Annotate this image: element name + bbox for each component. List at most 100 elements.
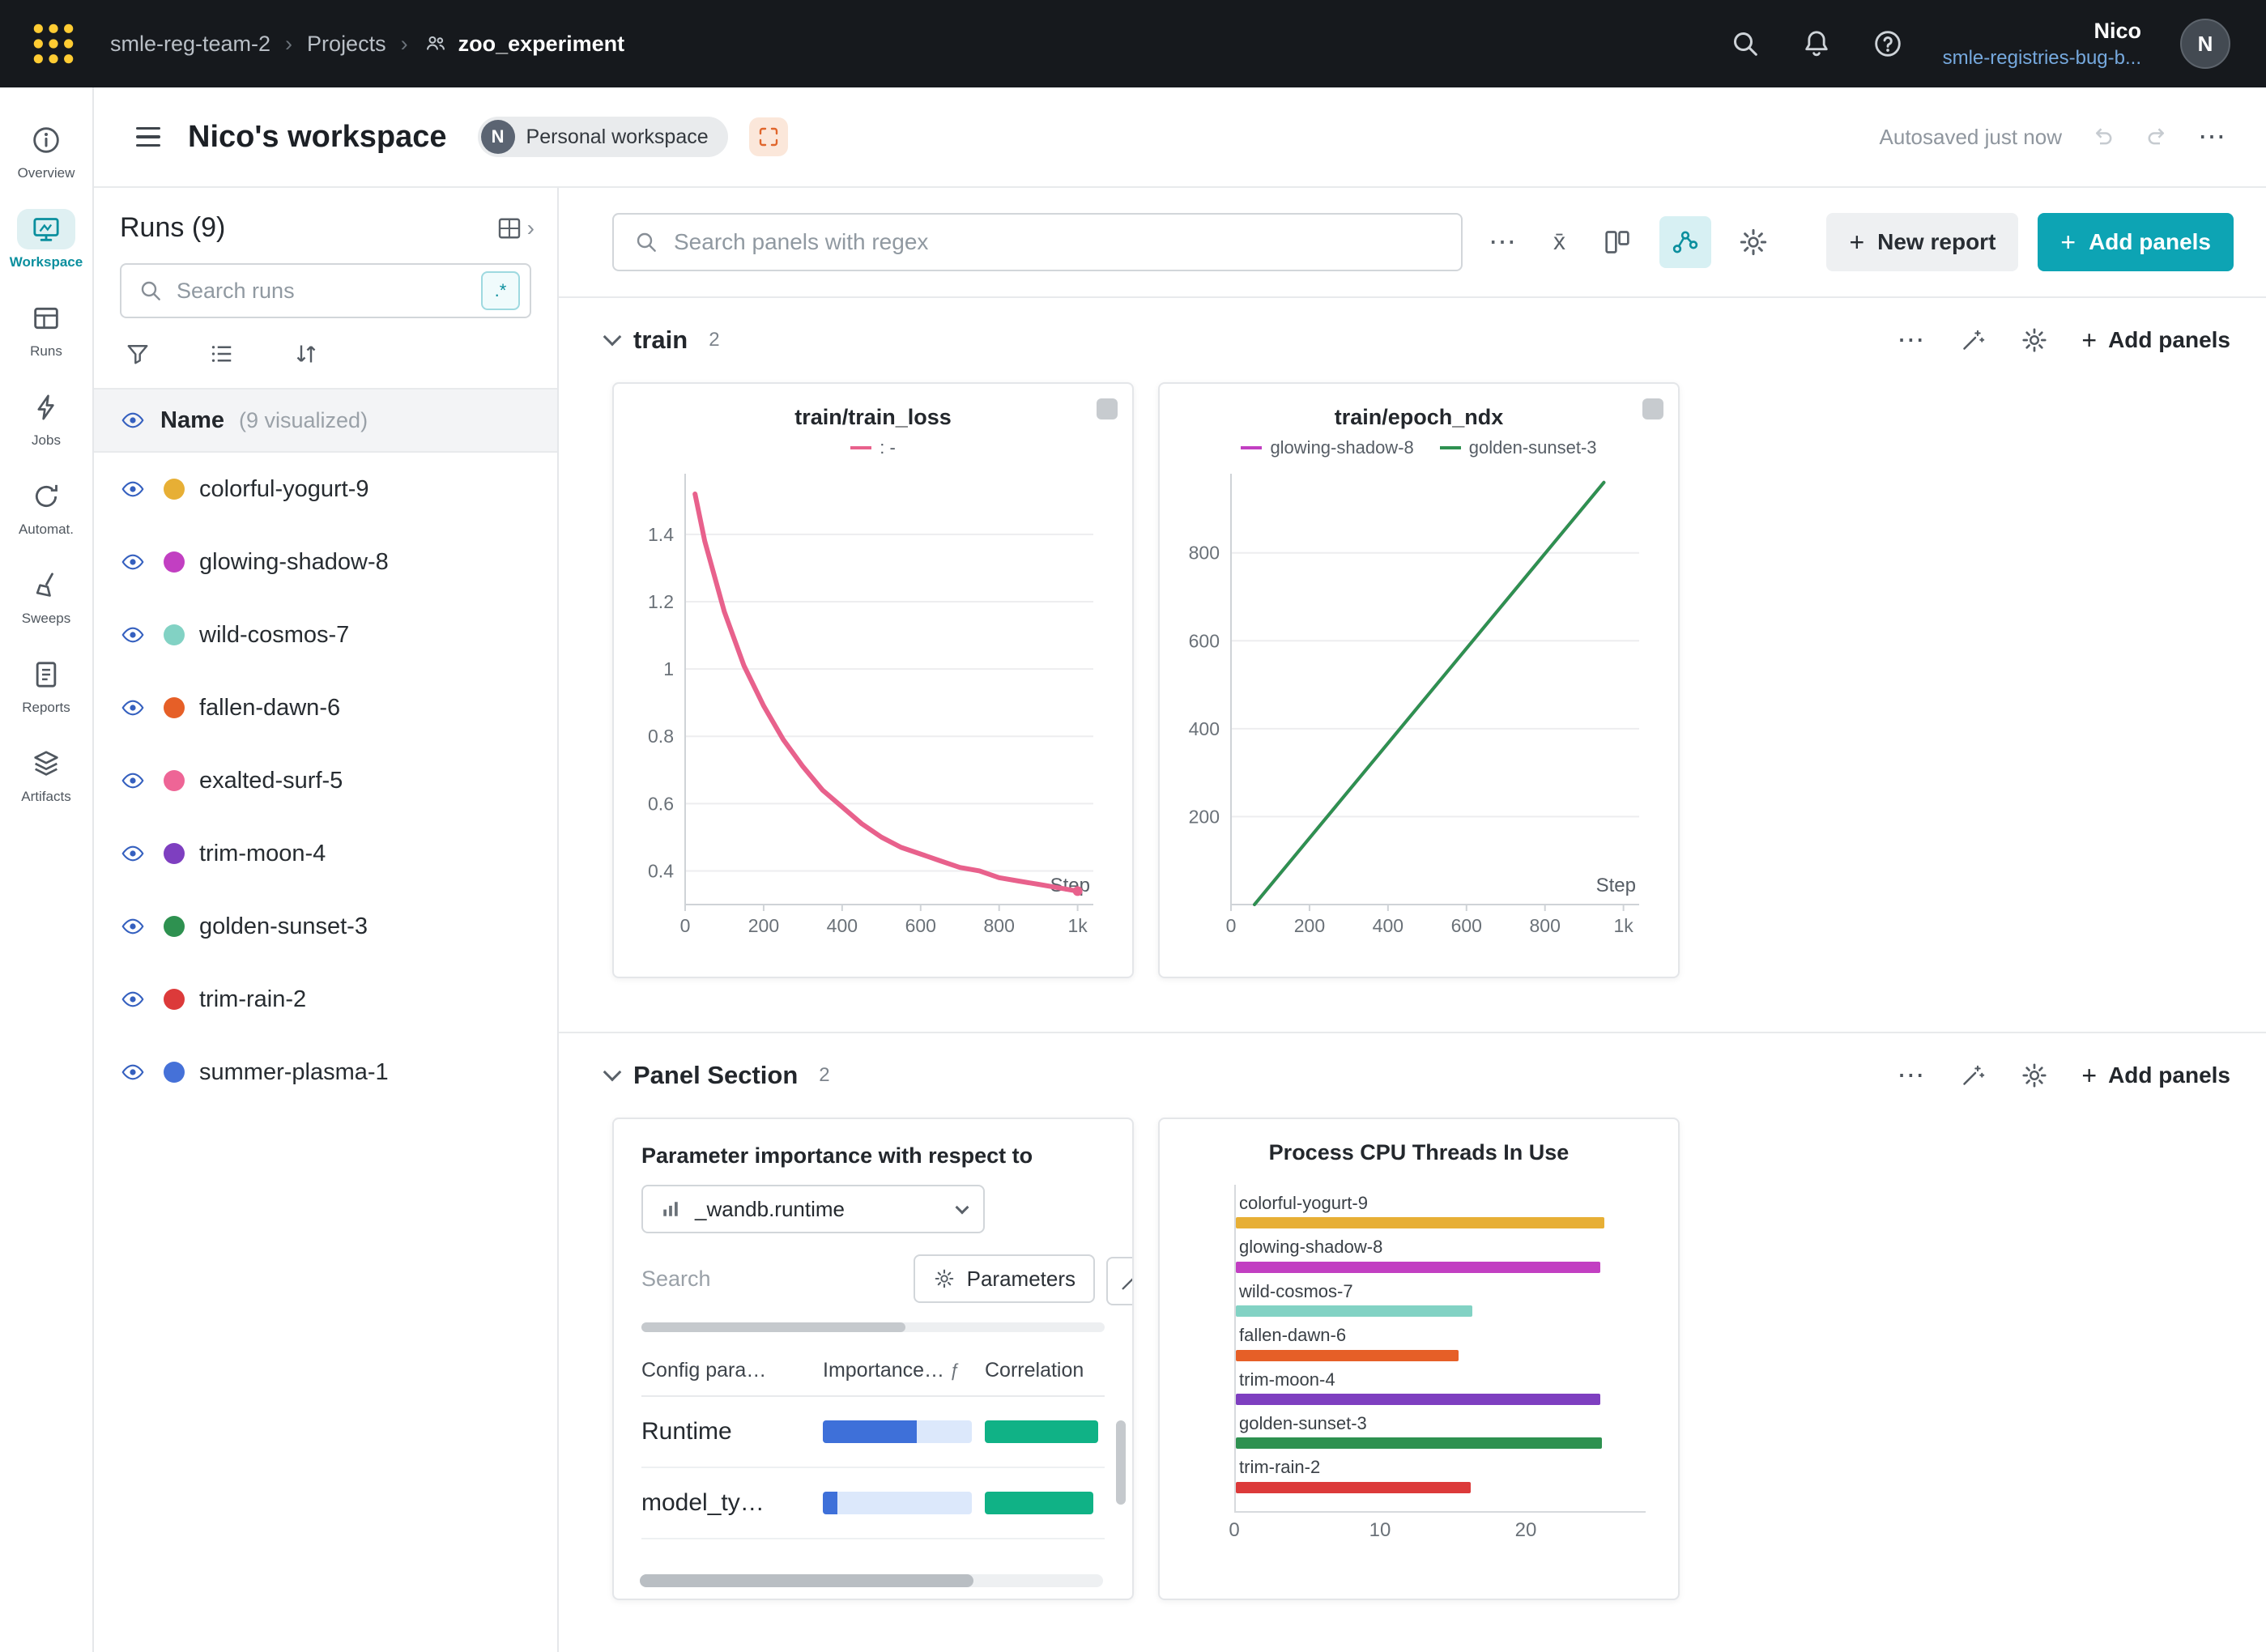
run-row[interactable]: trim-moon-4 [94, 817, 557, 890]
bottom-scrollbar[interactable] [640, 1574, 1103, 1587]
magic-wand-icon[interactable] [1958, 1061, 1987, 1090]
epoch-ndx-chart[interactable]: 20040060080002004006008001kStep [1160, 464, 1678, 960]
train-loss-chart[interactable]: 0.40.60.811.21.402004006008001kStep [614, 464, 1132, 960]
runs-search[interactable]: .* [120, 263, 531, 318]
sidebar-item-automat[interactable]: Automat. [1, 463, 92, 552]
param-table-row[interactable]: Runtime [641, 1397, 1105, 1468]
runs-search-input[interactable] [177, 279, 468, 304]
menu-icon[interactable] [130, 119, 167, 155]
cpu-threads-chart[interactable]: colorful-yogurt-9glowing-shadow-8wild-co… [1234, 1185, 1646, 1542]
section-title[interactable]: Panel Section [633, 1061, 798, 1090]
bar-group[interactable]: trim-moon-4 [1236, 1369, 1646, 1405]
param-importance-panel[interactable]: Parameter importance with respect to _wa… [612, 1118, 1134, 1600]
wandb-logo[interactable] [29, 19, 78, 68]
bar-group[interactable]: trim-rain-2 [1236, 1457, 1646, 1492]
user-menu[interactable]: Nico smle-registries-bug-b... [1943, 17, 2141, 70]
run-row[interactable]: colorful-yogurt-9 [94, 453, 557, 526]
visibility-eye-icon[interactable] [120, 622, 146, 648]
breadcrumb-team[interactable]: smle-reg-team-2 [110, 32, 270, 57]
visibility-eye-icon[interactable] [120, 841, 146, 866]
magic-fill-button[interactable] [1106, 1257, 1134, 1305]
bar-group[interactable]: glowing-shadow-8 [1236, 1237, 1646, 1272]
undo-icon[interactable] [2088, 122, 2117, 151]
run-flow-icon[interactable] [1659, 216, 1711, 268]
panel-handle-icon[interactable] [1097, 398, 1118, 419]
visibility-eye-icon[interactable] [120, 1059, 146, 1085]
run-row[interactable]: fallen-dawn-6 [94, 671, 557, 744]
section-more-icon[interactable]: ⋯ [1897, 326, 1926, 354]
redo-icon[interactable] [2143, 122, 2172, 151]
section-add-panels-button[interactable]: + Add panels [2081, 1062, 2230, 1088]
section-more-icon[interactable]: ⋯ [1897, 1062, 1926, 1089]
workspace-settings-gear-icon[interactable] [1727, 216, 1779, 268]
section-settings-gear-icon[interactable] [2020, 1061, 2049, 1090]
vertical-scrollbar[interactable] [1116, 1420, 1126, 1505]
bar-group[interactable]: wild-cosmos-7 [1236, 1281, 1646, 1317]
help-icon[interactable] [1872, 28, 1904, 60]
param-table-row[interactable]: model_ty… [641, 1468, 1105, 1539]
visibility-eye-icon[interactable] [120, 913, 146, 939]
section-settings-gear-icon[interactable] [2020, 326, 2049, 355]
run-row[interactable]: trim-rain-2 [94, 963, 557, 1036]
run-row[interactable]: wild-cosmos-7 [94, 598, 557, 671]
panel-layout-icon[interactable] [1591, 216, 1643, 268]
magic-wand-icon[interactable] [1958, 326, 1987, 355]
cpu-threads-panel[interactable]: Process CPU Threads In Use colorful-yogu… [1158, 1118, 1680, 1600]
run-row[interactable]: glowing-shadow-8 [94, 526, 557, 598]
x-axis-settings-icon[interactable]: x̄ [1544, 228, 1575, 256]
column-importance[interactable]: Importance… ƒ [823, 1359, 985, 1382]
chart-panel-train-loss[interactable]: train/train_loss : - 0.40.60.811.21.4020… [612, 382, 1134, 978]
sidebar-item-artifacts[interactable]: Artifacts [1, 730, 92, 820]
bar-group[interactable]: fallen-dawn-6 [1236, 1325, 1646, 1360]
filter-funnel-icon[interactable] [123, 339, 152, 368]
collapse-chevron-icon[interactable] [603, 328, 622, 347]
sidebar-item-overview[interactable]: Overview [1, 107, 92, 196]
visibility-eye-icon[interactable] [120, 768, 146, 794]
breadcrumb-project[interactable]: zoo_experiment [423, 31, 625, 57]
section-title[interactable]: train [633, 326, 688, 355]
panel-handle-icon[interactable] [1642, 398, 1663, 419]
run-row[interactable]: summer-plasma-1 [94, 1036, 557, 1109]
panel-search[interactable] [612, 213, 1463, 271]
legend-item[interactable]: : - [850, 437, 896, 458]
run-row[interactable]: exalted-surf-5 [94, 744, 557, 817]
visibility-eye-icon[interactable] [120, 986, 146, 1012]
runs-table-expand-button[interactable]: › [495, 214, 535, 243]
sidebar-item-reports[interactable]: Reports [1, 641, 92, 730]
column-correlation[interactable]: Correlation [985, 1359, 1084, 1382]
sidebar-item-workspace[interactable]: Workspace [1, 196, 92, 285]
legend-item[interactable]: golden-sunset-3 [1440, 437, 1597, 458]
visibility-eye-icon[interactable] [120, 476, 146, 502]
run-row[interactable]: golden-sunset-3 [94, 890, 557, 963]
scrollbar-thumb[interactable] [641, 1322, 905, 1332]
group-list-icon[interactable] [207, 339, 236, 368]
visibility-eye-icon[interactable] [120, 549, 146, 575]
column-config-parameter[interactable]: Config para… [641, 1359, 823, 1382]
legend-item[interactable]: glowing-shadow-8 [1241, 437, 1413, 458]
breadcrumb-projects[interactable]: Projects [307, 32, 386, 57]
scrollbar-thumb[interactable] [640, 1574, 973, 1587]
workspace-view-icon[interactable] [749, 117, 788, 156]
section-add-panels-button[interactable]: + Add panels [2081, 327, 2230, 353]
sidebar-item-jobs[interactable]: Jobs [1, 374, 92, 463]
add-panels-button[interactable]: + Add panels [2038, 213, 2234, 271]
sidebar-item-sweeps[interactable]: Sweeps [1, 552, 92, 641]
visibility-eye-icon[interactable] [120, 407, 146, 433]
search-icon[interactable] [1729, 28, 1761, 60]
sidebar-item-runs[interactable]: Runs [1, 285, 92, 374]
avatar[interactable]: N [2180, 19, 2230, 69]
more-options-icon[interactable]: ⋯ [2198, 123, 2227, 151]
bar-group[interactable]: golden-sunset-3 [1236, 1413, 1646, 1449]
collapse-chevron-icon[interactable] [603, 1063, 622, 1082]
horizontal-scrollbar[interactable] [641, 1322, 1105, 1332]
visibility-eye-icon[interactable] [120, 695, 146, 721]
new-report-button[interactable]: + New report [1826, 213, 2018, 271]
param-search-input[interactable] [641, 1267, 852, 1292]
runs-list-header[interactable]: Name (9 visualized) [94, 388, 557, 453]
toolbar-more-icon[interactable]: ⋯ [1479, 226, 1527, 258]
regex-toggle-button[interactable]: .* [481, 271, 520, 310]
panel-search-input[interactable] [674, 229, 1442, 255]
metric-dropdown[interactable]: _wandb.runtime [641, 1185, 985, 1233]
workspace-type-badge[interactable]: N Personal workspace [478, 117, 728, 157]
sort-icon[interactable] [292, 339, 321, 368]
